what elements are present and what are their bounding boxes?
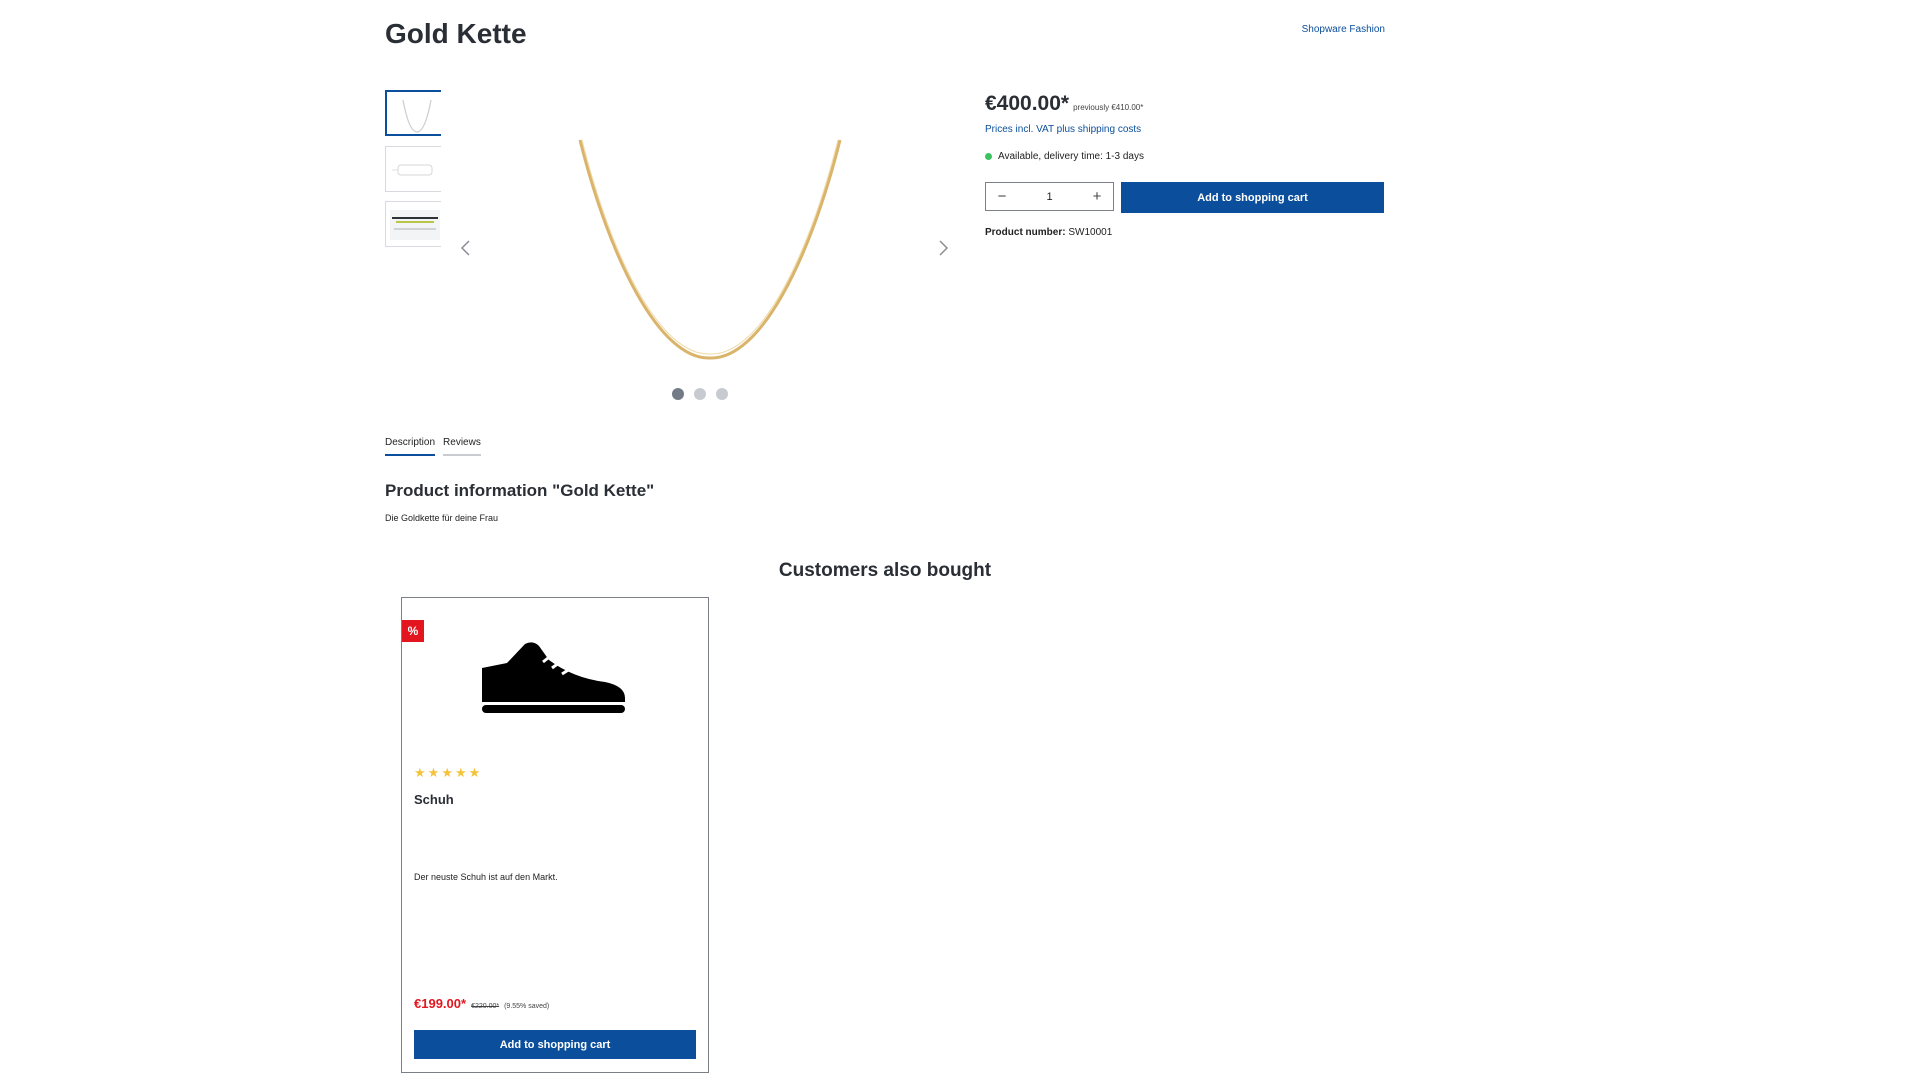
star-icon: ★ (454, 765, 467, 780)
product-card: % ★ ★ ★ ★ ★ Schuh Der neuste Schuh ist a… (401, 597, 709, 1073)
gallery-thumbnail-3[interactable] (385, 201, 441, 247)
product-card-description: Der neuste Schuh ist auf den Markt. (414, 872, 558, 882)
product-title: Gold Kette (385, 18, 527, 49)
sale-badge: % (402, 620, 424, 642)
gallery-thumbnails (385, 90, 441, 250)
product-card-name[interactable]: Schuh (414, 792, 454, 807)
gallery-dot-2[interactable] (694, 388, 706, 400)
quantity-stepper: − + (985, 182, 1114, 211)
product-card-saved: (9.55% saved) (504, 1003, 550, 1010)
product-rating: ★ ★ ★ ★ ★ (414, 766, 480, 779)
delivery-info: Available, delivery time: 1-3 days (985, 151, 1144, 162)
necklace-thumbnail-image (392, 164, 433, 176)
tab-description[interactable]: Description (385, 437, 436, 456)
product-tabs: Description Reviews (385, 437, 481, 456)
product-number: Product number: SW10001 (985, 227, 1112, 238)
shoe-icon (482, 642, 625, 713)
plus-icon: + (1092, 188, 1102, 205)
quantity-input[interactable] (1018, 189, 1081, 204)
gallery-dot-1[interactable] (672, 388, 684, 400)
product-card-old-price: €220.00* (471, 1003, 500, 1010)
quantity-plus-button[interactable]: + (1081, 183, 1113, 210)
manufacturer-link[interactable]: Shopware Fashion (1240, 24, 1385, 35)
quantity-minus-button[interactable]: − (986, 183, 1018, 210)
price-row: €400.00* previously €410.00* (985, 92, 1143, 116)
description-title: Product information "Gold Kette" (385, 481, 655, 500)
product-card-add-to-cart-button[interactable]: Add to shopping cart (414, 1030, 696, 1059)
availability-dot-icon (985, 153, 992, 160)
gallery-thumbnail-1[interactable] (385, 90, 441, 136)
star-icon: ★ (468, 765, 481, 780)
cross-selling-title: Customers also bought (778, 560, 992, 581)
star-icon: ★ (414, 765, 426, 780)
vat-shipping-link[interactable]: Prices incl. VAT plus shipping costs (985, 124, 1141, 135)
chevron-left-icon (460, 240, 470, 256)
tab-reviews[interactable]: Reviews (443, 437, 481, 456)
gallery-dot-3[interactable] (716, 388, 728, 400)
add-to-cart-button[interactable]: Add to shopping cart (1121, 182, 1384, 213)
product-card-price-row: €199.00* €220.00* (9.55% saved) (414, 996, 549, 1011)
product-card-price: €199.00* (414, 996, 467, 1011)
star-icon: ★ (441, 765, 453, 780)
product-price: €400.00* (985, 92, 1070, 115)
product-detail-page: Gold Kette Shopware Fashion €400.00* pre… (0, 0, 1920, 1080)
gold-necklace-image (578, 139, 842, 360)
chevron-right-icon (939, 240, 949, 256)
gallery-prev-button[interactable] (456, 233, 476, 263)
necklace-thumbnail-image (390, 210, 440, 240)
gallery-next-button[interactable] (933, 233, 953, 263)
gallery-dots (672, 388, 728, 400)
gallery-thumbnail-2[interactable] (385, 146, 441, 192)
previous-price: previously €410.00* (1073, 103, 1144, 112)
description-text: Die Goldkette für deine Frau (385, 513, 499, 523)
minus-icon: − (997, 188, 1007, 205)
product-number-value: SW10001 (1068, 227, 1113, 238)
necklace-thumbnail-image (402, 99, 432, 133)
delivery-text: Available, delivery time: 1-3 days (998, 151, 1144, 162)
product-number-label: Product number: (985, 227, 1066, 238)
star-icon: ★ (427, 765, 440, 780)
